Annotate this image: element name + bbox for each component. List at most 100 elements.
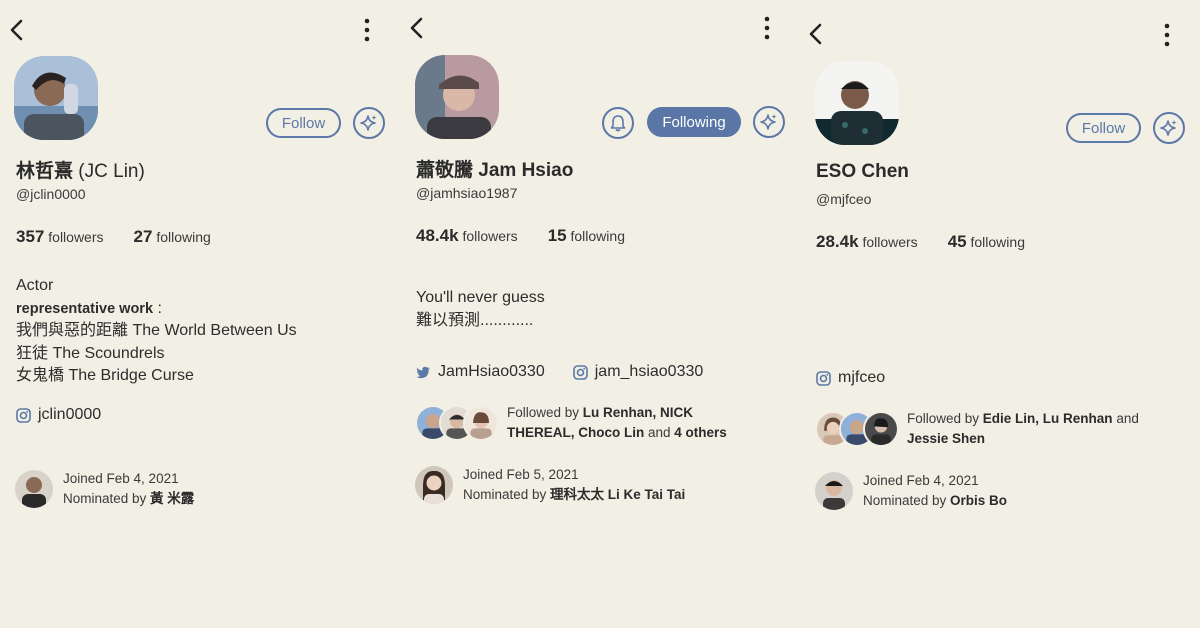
profile-name: 林哲熹 (JC Lin)	[16, 156, 145, 183]
following-label: following	[570, 228, 625, 244]
instagram-icon	[16, 407, 31, 423]
twitter-handle: JamHsiao0330	[438, 363, 545, 380]
sparkle-button[interactable]	[353, 107, 385, 139]
followed-by[interactable]: Followed by Lu Renhan, NICK THEREAL, Cho…	[415, 403, 727, 443]
follow-button[interactable]: Follow	[1066, 113, 1141, 143]
following-button[interactable]: Following	[647, 107, 741, 137]
following-count: 45	[947, 232, 967, 251]
instagram-handle: jam_hsiao0330	[594, 363, 704, 380]
followed-by-names: Lu Renhan, NICK	[582, 405, 694, 420]
profile-stats: 28.4k followers 45 following	[816, 232, 1025, 252]
nominator-name[interactable]: 黃 米露	[150, 491, 194, 506]
following-link[interactable]: 45 following	[947, 232, 1025, 251]
nominator-avatar[interactable]	[815, 472, 853, 510]
profile-panel-eso-chen: Follow ESO Chen @mjfceo 28.4k followers 4…	[800, 0, 1200, 628]
followers-label: followers	[462, 228, 518, 244]
bio-line: 我們與惡的距離 The World Between Us	[16, 322, 297, 339]
nominated-label: Nominated by	[63, 491, 151, 506]
mutual-avatars	[415, 405, 499, 441]
followers-count: 48.4k	[416, 226, 459, 245]
followed-by-label: Followed by	[907, 411, 983, 426]
profile-handle: @jamhsiao1987	[416, 185, 518, 201]
notification-bell-button[interactable]	[602, 107, 634, 139]
joined-date: Joined Feb 5, 2021	[463, 467, 579, 482]
following-link[interactable]: 15 following	[547, 226, 625, 245]
sparkle-icon	[1160, 120, 1177, 136]
followed-by[interactable]: Followed by Edie Lin, Lu Renhan and Jess…	[815, 409, 1139, 449]
profile-panel-jc-lin: Follow 林哲熹 (JC Lin) @jclin0000 357 follo…	[0, 0, 400, 628]
profile-avatar	[415, 55, 499, 139]
bio-line: Actor	[16, 277, 54, 294]
more-vertical-icon[interactable]	[1162, 21, 1172, 49]
instagram-icon	[816, 370, 831, 386]
profile-handle: @jclin0000	[16, 186, 86, 202]
followers-count: 357	[16, 227, 45, 246]
chevron-left-icon[interactable]	[805, 20, 827, 48]
followed-by-names: THEREAL, Choco Lin	[507, 425, 645, 440]
profile-stats: 357 followers 27 following	[16, 227, 211, 247]
profile-stats: 48.4k followers 15 following	[416, 226, 625, 246]
bio-line: 女鬼橋 The Bridge Curse	[16, 367, 194, 384]
bell-icon	[610, 115, 626, 132]
nominated-label: Nominated by	[863, 493, 951, 508]
followers-link[interactable]: 48.4k followers	[416, 226, 518, 245]
more-vertical-icon[interactable]	[762, 14, 772, 42]
followers-link[interactable]: 357 followers	[16, 227, 104, 246]
joined-info: Joined Feb 5, 2021 Nominated by 理科太太 Li …	[415, 465, 685, 505]
following-link[interactable]: 27 following	[133, 227, 211, 246]
followers-link[interactable]: 28.4k followers	[816, 232, 918, 251]
instagram-link[interactable]: mjfceo	[816, 369, 885, 387]
avatar	[463, 405, 499, 441]
instagram-handle: mjfceo	[838, 369, 886, 386]
followed-by-label: Followed by	[507, 405, 583, 420]
sparkle-icon	[360, 115, 377, 131]
profile-panel-jam-hsiao: Following 蕭敬騰 Jam Hsiao @jamhsiao1987 48…	[400, 0, 800, 628]
twitter-link[interactable]: JamHsiao0330	[416, 363, 545, 381]
profile-name: 蕭敬騰 Jam Hsiao	[416, 160, 574, 181]
bio-colon: :	[153, 299, 162, 317]
follow-button[interactable]: Follow	[266, 108, 341, 138]
sparkle-button[interactable]	[753, 106, 785, 138]
bio-line: 狂徒 The Scoundrels	[16, 344, 165, 362]
instagram-link[interactable]: jclin0000	[16, 406, 101, 424]
nominator-avatar[interactable]	[15, 470, 53, 508]
profile-handle: @mjfceo	[816, 191, 872, 207]
joined-date: Joined Feb 4, 2021	[63, 471, 179, 486]
instagram-handle: jclin0000	[38, 406, 102, 423]
following-count: 27	[133, 227, 153, 246]
bio-line: You'll never guess	[416, 289, 545, 306]
nominator-avatar[interactable]	[415, 466, 453, 504]
joined-info: Joined Feb 4, 2021 Nominated by Orbis Bo	[815, 471, 1007, 511]
twitter-icon	[416, 366, 430, 378]
sparkle-button[interactable]	[1153, 112, 1185, 144]
profile-name: ESO Chen	[816, 161, 909, 182]
followed-by-and: and	[644, 425, 675, 440]
avatar	[863, 411, 899, 447]
followed-by-and: and	[1112, 411, 1139, 426]
nominator-name[interactable]: Orbis Bo	[950, 493, 1007, 508]
instagram-link[interactable]: jam_hsiao0330	[572, 363, 704, 381]
following-count: 15	[547, 226, 567, 245]
social-links: JamHsiao0330 jam_hsiao0330	[416, 363, 703, 381]
profile-bio: You'll never guess 難以預測............	[416, 287, 545, 332]
bio-line: 難以預測............	[416, 311, 534, 329]
profile-avatar	[14, 56, 98, 140]
joined-info: Joined Feb 4, 2021 Nominated by 黃 米露	[15, 469, 194, 509]
profile-bio: Actor representative work : 我們與惡的距離 The …	[16, 275, 297, 388]
followers-count: 28.4k	[816, 232, 859, 251]
chevron-left-icon[interactable]	[6, 16, 28, 44]
sparkle-icon	[760, 114, 777, 130]
bio-work-label: representative work	[16, 300, 154, 317]
followed-by-names: Edie Lin, Lu Renhan	[982, 411, 1113, 426]
followed-by-others: 4 others	[674, 425, 727, 440]
followers-label: followers	[48, 229, 104, 245]
chevron-left-icon[interactable]	[406, 14, 428, 42]
followers-label: followers	[862, 234, 918, 250]
more-vertical-icon[interactable]	[362, 16, 372, 44]
nominator-name[interactable]: 理科太太 Li Ke Tai Tai	[550, 487, 685, 502]
joined-date: Joined Feb 4, 2021	[863, 473, 979, 488]
mutual-avatars	[815, 411, 899, 447]
profile-name-main: 林哲熹	[16, 161, 74, 182]
instagram-icon	[572, 364, 588, 380]
following-label: following	[970, 234, 1025, 250]
